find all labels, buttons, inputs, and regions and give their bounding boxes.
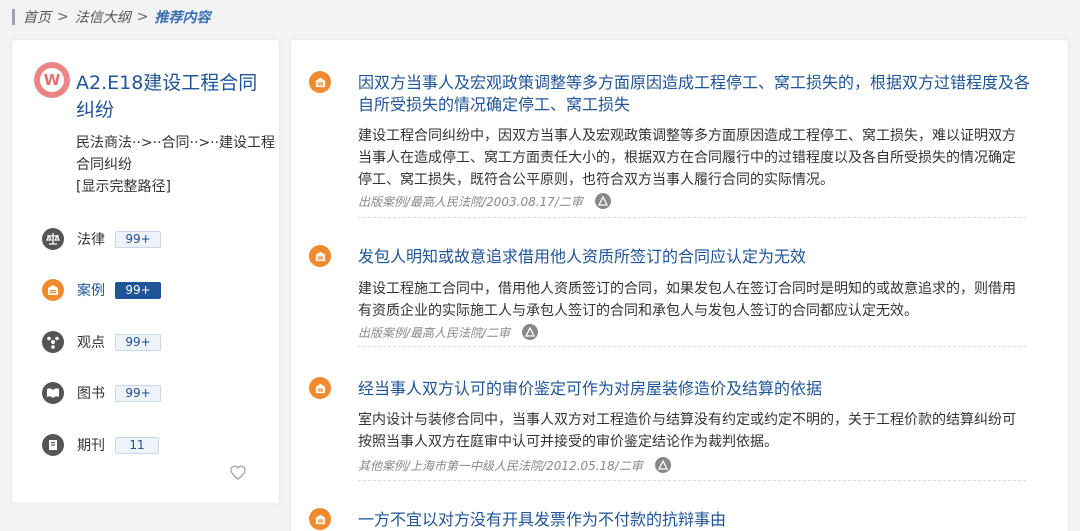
category-label: 图书 xyxy=(77,386,105,402)
category-journal[interactable]: 期刊 11 xyxy=(42,434,159,456)
category-viewpoint[interactable]: 观点 99+ xyxy=(42,331,161,353)
case-icon xyxy=(42,279,64,301)
case-source: 其他案例/上海市第一中级人民法院/2012.05.18/二审 xyxy=(358,458,643,473)
viewpoint-icon xyxy=(42,331,64,353)
divider xyxy=(358,480,1026,481)
case-icon xyxy=(309,71,331,93)
case-summary: 建设工程合同纠纷中，因双方当事人及宏观政策调整等多方面原因造成工程停工、窝工损失… xyxy=(358,128,1016,188)
topic-title: A2.E18建设工程合同纠纷 xyxy=(76,72,258,121)
case-list-panel: 因双方当事人及宏观政策调整等多方面原因造成工程停工、窝工损失的，根据双方过错程度… xyxy=(291,40,1068,531)
journal-icon xyxy=(42,434,64,456)
case-icon xyxy=(309,377,331,399)
breadcrumb-separator: > xyxy=(136,9,149,25)
case-meta: 其他案例/上海市第一中级人民法院/2012.05.18/二审 xyxy=(358,456,671,474)
case-title-link[interactable]: 发包人明知或故意追求借用他人资质所签订的合同应认定为无效 xyxy=(358,246,1038,268)
share-icon[interactable] xyxy=(654,457,671,473)
category-count-badge: 99+ xyxy=(115,333,161,351)
topic-logo: W xyxy=(34,62,70,98)
case-title-link[interactable]: 经当事人双方认可的审价鉴定可作为对房屋装修造价及结算的依据 xyxy=(358,378,1038,400)
category-count-badge: 11 xyxy=(115,436,159,454)
topic-logo-letter: W xyxy=(40,68,64,92)
case-icon xyxy=(309,245,331,267)
category-case[interactable]: 案例 99+ xyxy=(42,279,161,301)
breadcrumb: 首页 > 法信大纲 > 推荐内容 xyxy=(12,7,210,27)
case-summary: 室内设计与装修合同中，当事人双方对工程造价与结算没有约定或约定不明的，关于工程价… xyxy=(358,412,1016,450)
breadcrumb-home-link[interactable]: 首页 xyxy=(23,7,51,27)
breadcrumb-current: 推荐内容 xyxy=(154,10,211,26)
topic-panel: W A2.E18建设工程合同纠纷 民法商法··>··合同··>··建设工程合同纠… xyxy=(12,40,279,503)
divider xyxy=(358,346,1026,347)
category-label: 观点 xyxy=(77,335,105,351)
category-label: 期刊 xyxy=(77,438,105,454)
breadcrumb-separator: > xyxy=(57,9,69,25)
category-count-badge: 99+ xyxy=(115,384,161,402)
divider xyxy=(358,217,1026,218)
category-book[interactable]: 图书 99+ xyxy=(42,382,161,404)
category-label: 案例 xyxy=(77,283,105,299)
share-icon[interactable] xyxy=(594,193,611,209)
book-icon xyxy=(42,382,64,404)
breadcrumb-marker xyxy=(12,9,15,25)
topic-path: 民法商法··>··合同··>··建设工程合同纠纷 xyxy=(76,135,276,173)
case-summary: 建设工程施工合同中，借用他人资质签订的合同，如果发包人在签订合同时是明知的或故意… xyxy=(358,281,1016,319)
category-label: 法律 xyxy=(77,232,105,248)
category-count-badge: 99+ xyxy=(115,281,161,299)
case-source: 出版案例/最高人民法院/2003.08.17/二审 xyxy=(358,194,583,209)
case-source: 出版案例/最高人民法院/二审 xyxy=(358,325,511,340)
scale-icon xyxy=(42,228,64,250)
case-meta: 出版案例/最高人民法院/二审 xyxy=(358,323,539,341)
category-count-badge: 99+ xyxy=(115,230,161,248)
share-icon[interactable] xyxy=(522,324,539,340)
category-law[interactable]: 法律 99+ xyxy=(42,228,161,250)
case-icon xyxy=(309,508,331,530)
case-title-link[interactable]: 一方不宜以对方没有开具发票作为不付款的抗辩事由 xyxy=(358,509,1038,531)
breadcrumb-section-link[interactable]: 法信大纲 xyxy=(75,7,131,27)
heart-icon[interactable] xyxy=(229,464,247,480)
case-title-link[interactable]: 因双方当事人及宏观政策调整等多方面原因造成工程停工、窝工损失的，根据双方过错程度… xyxy=(358,72,1038,116)
case-meta: 出版案例/最高人民法院/2003.08.17/二审 xyxy=(358,192,611,210)
show-full-path-link[interactable]: [显示完整路径] xyxy=(76,176,171,198)
